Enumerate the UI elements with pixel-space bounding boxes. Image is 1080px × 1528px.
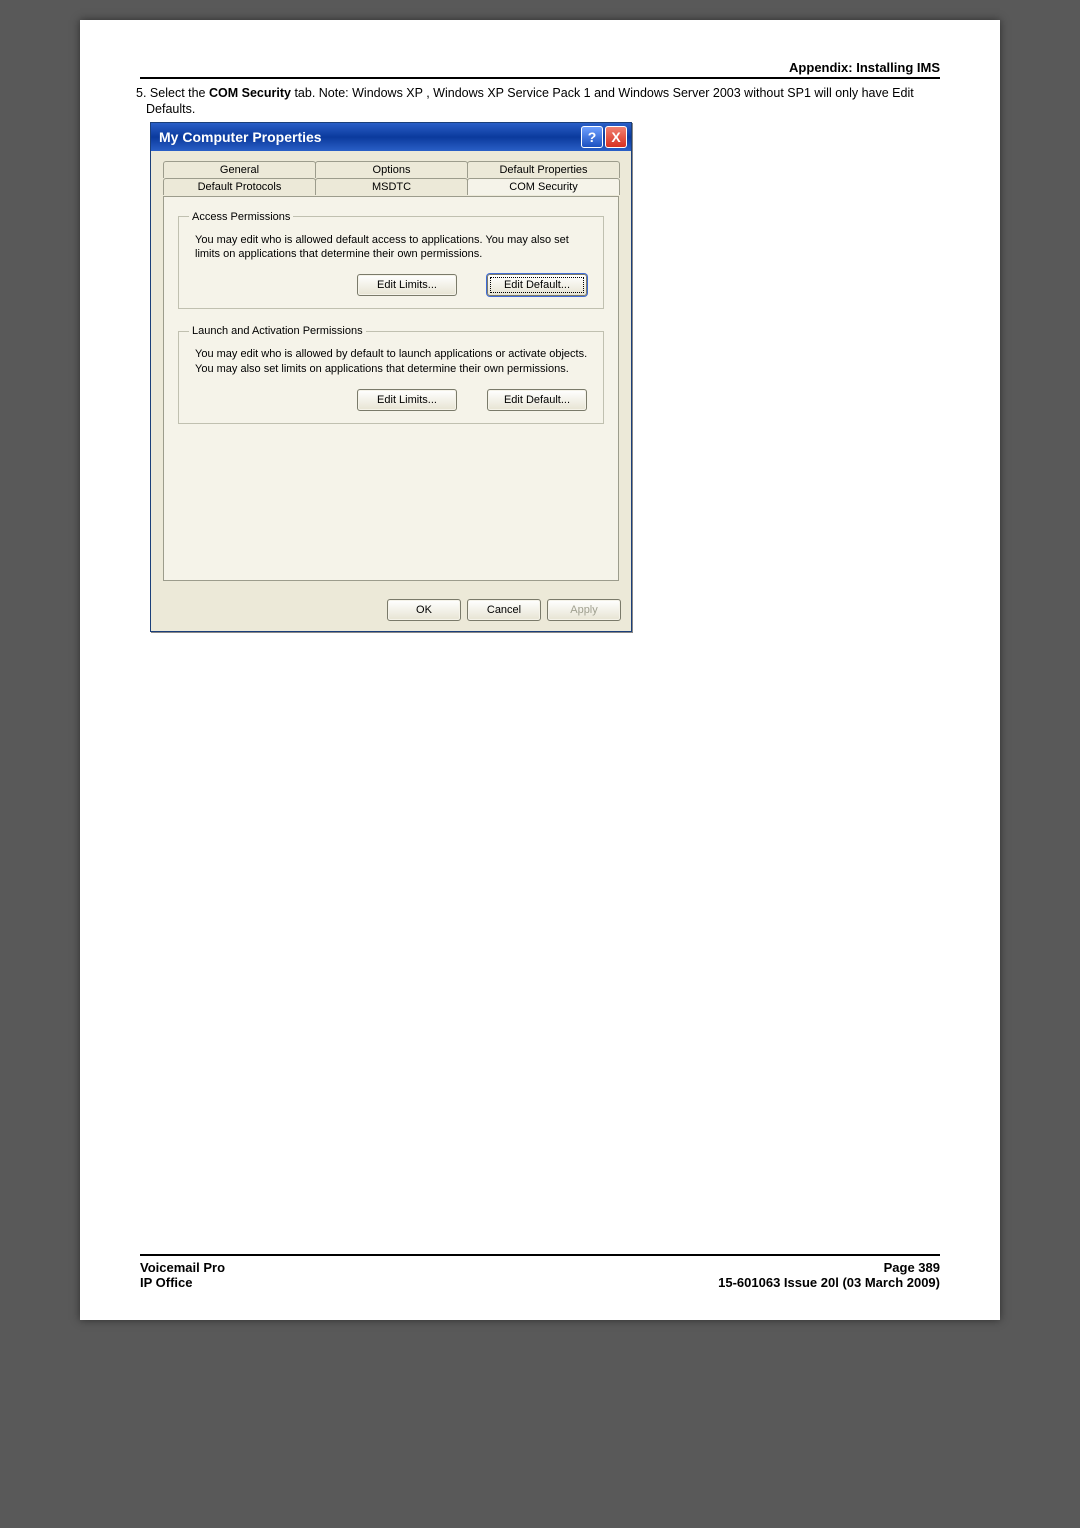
step-text-bold: COM Security bbox=[209, 86, 291, 100]
dialog-body: General Options Default Properties Defau… bbox=[151, 151, 631, 591]
access-permissions-text: You may edit who is allowed default acce… bbox=[195, 233, 593, 263]
tab-strip: General Options Default Properties Defau… bbox=[163, 161, 619, 195]
step-number: 5. bbox=[136, 86, 146, 100]
tab-default-protocols[interactable]: Default Protocols bbox=[163, 178, 316, 195]
page-header: Appendix: Installing IMS bbox=[140, 60, 940, 79]
access-permissions-group: Access Permissions You may edit who is a… bbox=[178, 211, 604, 310]
tab-options[interactable]: Options bbox=[315, 161, 468, 178]
properties-dialog: My Computer Properties ? X General Optio… bbox=[150, 122, 632, 632]
cancel-button[interactable]: Cancel bbox=[467, 599, 541, 621]
access-permissions-legend: Access Permissions bbox=[189, 211, 293, 223]
dialog-titlebar[interactable]: My Computer Properties ? X bbox=[151, 123, 631, 151]
footer-page: Page 389 bbox=[884, 1260, 940, 1275]
instruction-step-5: 5. Select the COM Security tab. Note: Wi… bbox=[140, 85, 940, 118]
document-page: Appendix: Installing IMS 5. Select the C… bbox=[80, 20, 1000, 1320]
launch-edit-default-button[interactable]: Edit Default... bbox=[487, 389, 587, 411]
launch-permissions-text: You may edit who is allowed by default t… bbox=[195, 347, 593, 377]
close-icon[interactable]: X bbox=[605, 126, 627, 148]
ok-button[interactable]: OK bbox=[387, 599, 461, 621]
help-icon[interactable]: ? bbox=[581, 126, 603, 148]
tab-general[interactable]: General bbox=[163, 161, 316, 178]
tab-msdtc[interactable]: MSDTC bbox=[315, 178, 468, 195]
access-edit-default-button[interactable]: Edit Default... bbox=[487, 274, 587, 296]
apply-button[interactable]: Apply bbox=[547, 599, 621, 621]
step-text-prefix: Select the bbox=[150, 86, 209, 100]
screenshot-container: My Computer Properties ? X General Optio… bbox=[150, 122, 940, 632]
dialog-button-row: OK Cancel Apply bbox=[151, 591, 631, 631]
footer-subproduct: IP Office bbox=[140, 1275, 193, 1290]
appendix-title: Appendix: Installing IMS bbox=[789, 60, 940, 75]
tab-default-properties[interactable]: Default Properties bbox=[467, 161, 620, 178]
footer-docid: 15-601063 Issue 20l (03 March 2009) bbox=[718, 1275, 940, 1290]
dialog-title: My Computer Properties bbox=[159, 129, 579, 145]
page-footer: Voicemail Pro Page 389 IP Office 15-6010… bbox=[140, 1254, 940, 1290]
launch-permissions-legend: Launch and Activation Permissions bbox=[189, 325, 366, 337]
launch-edit-limits-button[interactable]: Edit Limits... bbox=[357, 389, 457, 411]
tab-com-security[interactable]: COM Security bbox=[467, 178, 620, 195]
com-security-panel: Access Permissions You may edit who is a… bbox=[163, 196, 619, 581]
footer-product: Voicemail Pro bbox=[140, 1260, 225, 1275]
access-edit-limits-button[interactable]: Edit Limits... bbox=[357, 274, 457, 296]
launch-permissions-group: Launch and Activation Permissions You ma… bbox=[178, 325, 604, 424]
